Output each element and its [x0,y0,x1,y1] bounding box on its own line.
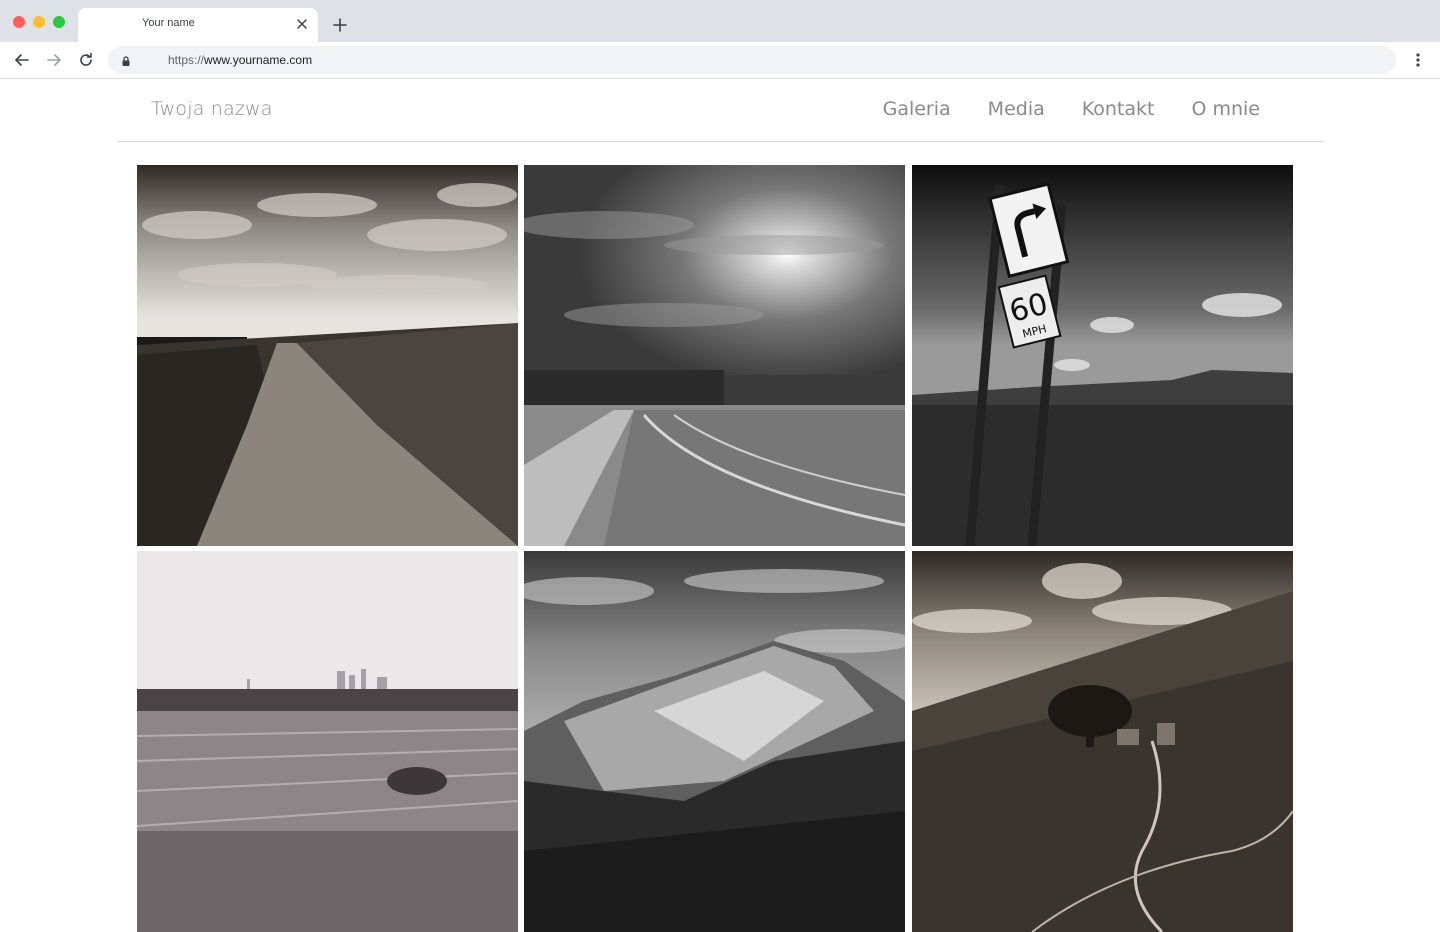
arrow-right-icon[interactable] [44,50,64,70]
lock-icon[interactable] [120,54,132,66]
reload-icon[interactable] [76,50,96,70]
kebab-menu-icon[interactable] [1408,50,1428,70]
gallery-photo-field-skyline[interactable] [137,551,518,932]
url-host: www.yourname.com [204,53,313,67]
photo-image [137,165,518,546]
address-bar[interactable]: https://www.yourname.com [108,46,1396,74]
close-window-button[interactable] [13,16,25,28]
maximize-window-button[interactable] [53,16,65,28]
gallery-photo-road-trees[interactable] [524,165,905,546]
browser-tab[interactable]: Your name [78,8,318,42]
nav-link-media[interactable]: Media [988,98,1045,120]
site-brand-link[interactable]: Twoja nazwa [151,98,273,120]
tab-title: Your name [142,17,195,29]
url-scheme: https:// [168,53,205,67]
plus-icon[interactable] [330,15,350,35]
close-icon[interactable] [294,16,310,32]
minimize-window-button[interactable] [33,16,45,28]
nav-link-galeria[interactable]: Galeria [883,98,951,120]
url-text[interactable]: https://www.yourname.com [168,53,312,67]
browser-toolbar: https://www.yourname.com [0,42,1440,79]
gallery-photo-mountain[interactable] [524,551,905,932]
site-header: Twoja nazwa Galeria Media Kontakt O mnie [118,79,1323,142]
browser-tab-bar: Your name [0,0,1440,42]
gallery-photo-path[interactable] [137,165,518,546]
arrow-left-icon[interactable] [12,50,32,70]
gallery-photo-tree-hill[interactable] [912,551,1293,932]
nav-link-kontakt[interactable]: Kontakt [1082,98,1155,120]
nav-link-o-mnie[interactable]: O mnie [1191,98,1260,120]
site-nav: Galeria Media Kontakt O mnie [883,98,1260,120]
gallery-photo-road-sign[interactable]: 60 MPH [912,165,1293,546]
